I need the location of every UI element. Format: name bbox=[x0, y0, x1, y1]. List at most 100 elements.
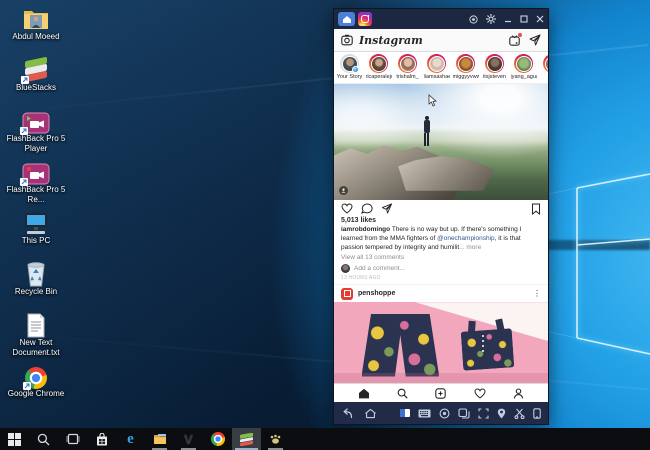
desktop-icon-label: Recycle Bin bbox=[15, 287, 57, 297]
igtv-icon[interactable] bbox=[509, 35, 520, 46]
multi-instance-icon[interactable] bbox=[458, 408, 470, 419]
desktop-icon-text-document[interactable]: New Text Document.txt bbox=[4, 308, 68, 359]
tab-instagram-app[interactable] bbox=[358, 12, 372, 26]
desktop-icon-chrome[interactable]: Google Chrome bbox=[4, 359, 68, 410]
story-item[interactable] bbox=[540, 54, 548, 82]
add-comment-placeholder: Add a comment... bbox=[354, 265, 405, 272]
desktop-icon-label: This PC bbox=[22, 236, 50, 246]
mention-link[interactable]: @onechampionship bbox=[437, 235, 495, 242]
post2-username[interactable]: penshoppe bbox=[358, 290, 395, 297]
bookmark-icon[interactable] bbox=[531, 203, 541, 215]
post-timestamp: 13 hours ago bbox=[334, 273, 548, 284]
rotate-device-icon[interactable] bbox=[533, 408, 541, 419]
add-story-icon: + bbox=[352, 66, 359, 73]
story-item[interactable]: liamsashae bbox=[424, 54, 449, 82]
store-icon[interactable] bbox=[87, 428, 116, 450]
instagram-app: Instagram + Your Story ricaperalejo tris… bbox=[334, 29, 548, 402]
comment-icon[interactable] bbox=[361, 203, 373, 214]
story-item[interactable]: jyang_aguas bbox=[511, 54, 536, 82]
close-button[interactable] bbox=[536, 15, 544, 23]
desktop-icon-label: FlashBack Pro 5 Re... bbox=[5, 185, 67, 204]
tab-bluestacks-home[interactable] bbox=[338, 12, 355, 26]
desktop-icon-bluestacks[interactable]: BlueStacks bbox=[4, 53, 68, 104]
story-your-story[interactable]: + Your Story bbox=[337, 54, 362, 82]
post-username[interactable]: iamrobdomingo bbox=[341, 226, 390, 233]
story-item[interactable]: miggyyvww bbox=[453, 54, 478, 82]
home-tab-icon bbox=[342, 15, 352, 24]
camera-icon[interactable] bbox=[341, 34, 353, 46]
like-icon[interactable] bbox=[341, 203, 353, 214]
desktop-icon-label: FlashBack Pro 5 Player bbox=[5, 134, 67, 153]
back-icon[interactable] bbox=[341, 408, 353, 419]
nav-new-post-icon[interactable] bbox=[435, 388, 446, 399]
edge-icon[interactable]: e bbox=[116, 428, 145, 450]
bluestacks-toolbar bbox=[334, 402, 548, 424]
share-icon[interactable] bbox=[381, 203, 393, 214]
story-item[interactable]: ricaperalejo bbox=[366, 54, 391, 82]
nav-profile-icon[interactable] bbox=[513, 388, 524, 399]
screenshot-scissors-icon[interactable] bbox=[514, 408, 525, 419]
keyboard-toggle-icon[interactable] bbox=[400, 409, 410, 417]
direct-messages-icon[interactable] bbox=[529, 34, 541, 46]
post-options-icon[interactable]: ⋮ bbox=[533, 289, 541, 298]
taskbar-bluestacks-icon[interactable] bbox=[232, 428, 261, 450]
notification-dot bbox=[518, 33, 522, 37]
desktop-icon-column: Abdul Moeed BlueStacks FlashBack Pro 5 P… bbox=[4, 2, 68, 410]
post-photo-cliff[interactable] bbox=[334, 84, 548, 200]
desktop-wallpaper bbox=[0, 0, 650, 450]
taskbar-search-icon[interactable] bbox=[29, 428, 58, 450]
start-button[interactable] bbox=[0, 428, 29, 450]
light-beam bbox=[2, 44, 649, 114]
post2-header: penshoppe ⋮ bbox=[334, 284, 548, 302]
paw-app-icon[interactable] bbox=[261, 428, 290, 450]
likes-count[interactable]: 5,013 likes bbox=[334, 217, 548, 224]
instagram-bottom-nav bbox=[334, 383, 548, 402]
person-on-cliff bbox=[422, 116, 432, 150]
minimize-button[interactable] bbox=[504, 15, 512, 23]
location-icon[interactable] bbox=[497, 408, 506, 419]
settings-gear-icon[interactable] bbox=[486, 14, 496, 24]
android-home-icon[interactable] bbox=[364, 408, 377, 419]
desktop-icon-this-pc[interactable]: This PC bbox=[4, 206, 68, 257]
story-item[interactable]: itsjsteven bbox=[482, 54, 507, 82]
desktop-icon-label: Google Chrome bbox=[8, 389, 64, 399]
desktop-icon-flashback-recorder[interactable]: FlashBack Pro 5 Re... bbox=[4, 155, 68, 206]
user-folder-icon bbox=[21, 6, 51, 32]
taskbar-chrome-icon[interactable] bbox=[203, 428, 232, 450]
shortcut-arrow-icon bbox=[21, 76, 29, 84]
task-view-icon[interactable] bbox=[58, 428, 87, 450]
bottom-shade bbox=[334, 373, 548, 383]
penshoppe-avatar[interactable] bbox=[341, 288, 353, 300]
post-caption: iamrobdomingo There is no way but up. If… bbox=[334, 224, 548, 252]
keyboard-icon[interactable] bbox=[418, 409, 431, 418]
desktop-icon-label: New Text Document.txt bbox=[5, 338, 67, 357]
file-explorer-icon[interactable] bbox=[145, 428, 174, 450]
fullscreen-icon[interactable] bbox=[478, 408, 489, 419]
shortcut-arrow-icon bbox=[23, 382, 31, 390]
my-avatar bbox=[341, 264, 350, 273]
nav-search-icon[interactable] bbox=[397, 388, 408, 399]
story-item[interactable]: trishalm_ bbox=[395, 54, 420, 82]
caption-more-link[interactable]: ... more bbox=[459, 244, 481, 251]
floral-shorts bbox=[362, 314, 439, 377]
nav-activity-icon[interactable] bbox=[474, 388, 486, 399]
v-player-icon[interactable]: V bbox=[174, 428, 203, 450]
post2-photo-clothes[interactable] bbox=[334, 302, 548, 383]
text-document-icon bbox=[26, 313, 46, 338]
nav-home-icon[interactable] bbox=[358, 388, 370, 399]
shortcut-arrow-icon bbox=[20, 178, 28, 186]
floral-crop-top bbox=[461, 328, 515, 370]
maximize-button[interactable] bbox=[520, 15, 528, 23]
game-controls-icon[interactable] bbox=[439, 408, 450, 419]
screen-recorder-icon[interactable] bbox=[469, 15, 478, 24]
add-comment-row[interactable]: Add a comment... bbox=[334, 261, 548, 273]
crop-top-buttons bbox=[482, 335, 484, 364]
desktop-icon-user-folder[interactable]: Abdul Moeed bbox=[4, 2, 68, 53]
view-comments-link[interactable]: View all 13 comments bbox=[334, 252, 548, 261]
desktop-icon-label: BlueStacks bbox=[16, 83, 56, 93]
desktop-icon-flashback-player[interactable]: FlashBack Pro 5 Player bbox=[4, 104, 68, 155]
valley-haze bbox=[334, 135, 548, 144]
tagged-people-icon[interactable] bbox=[339, 186, 348, 195]
bluestacks-icon bbox=[23, 57, 49, 83]
desktop-icon-recycle-bin[interactable]: Recycle Bin bbox=[4, 257, 68, 308]
